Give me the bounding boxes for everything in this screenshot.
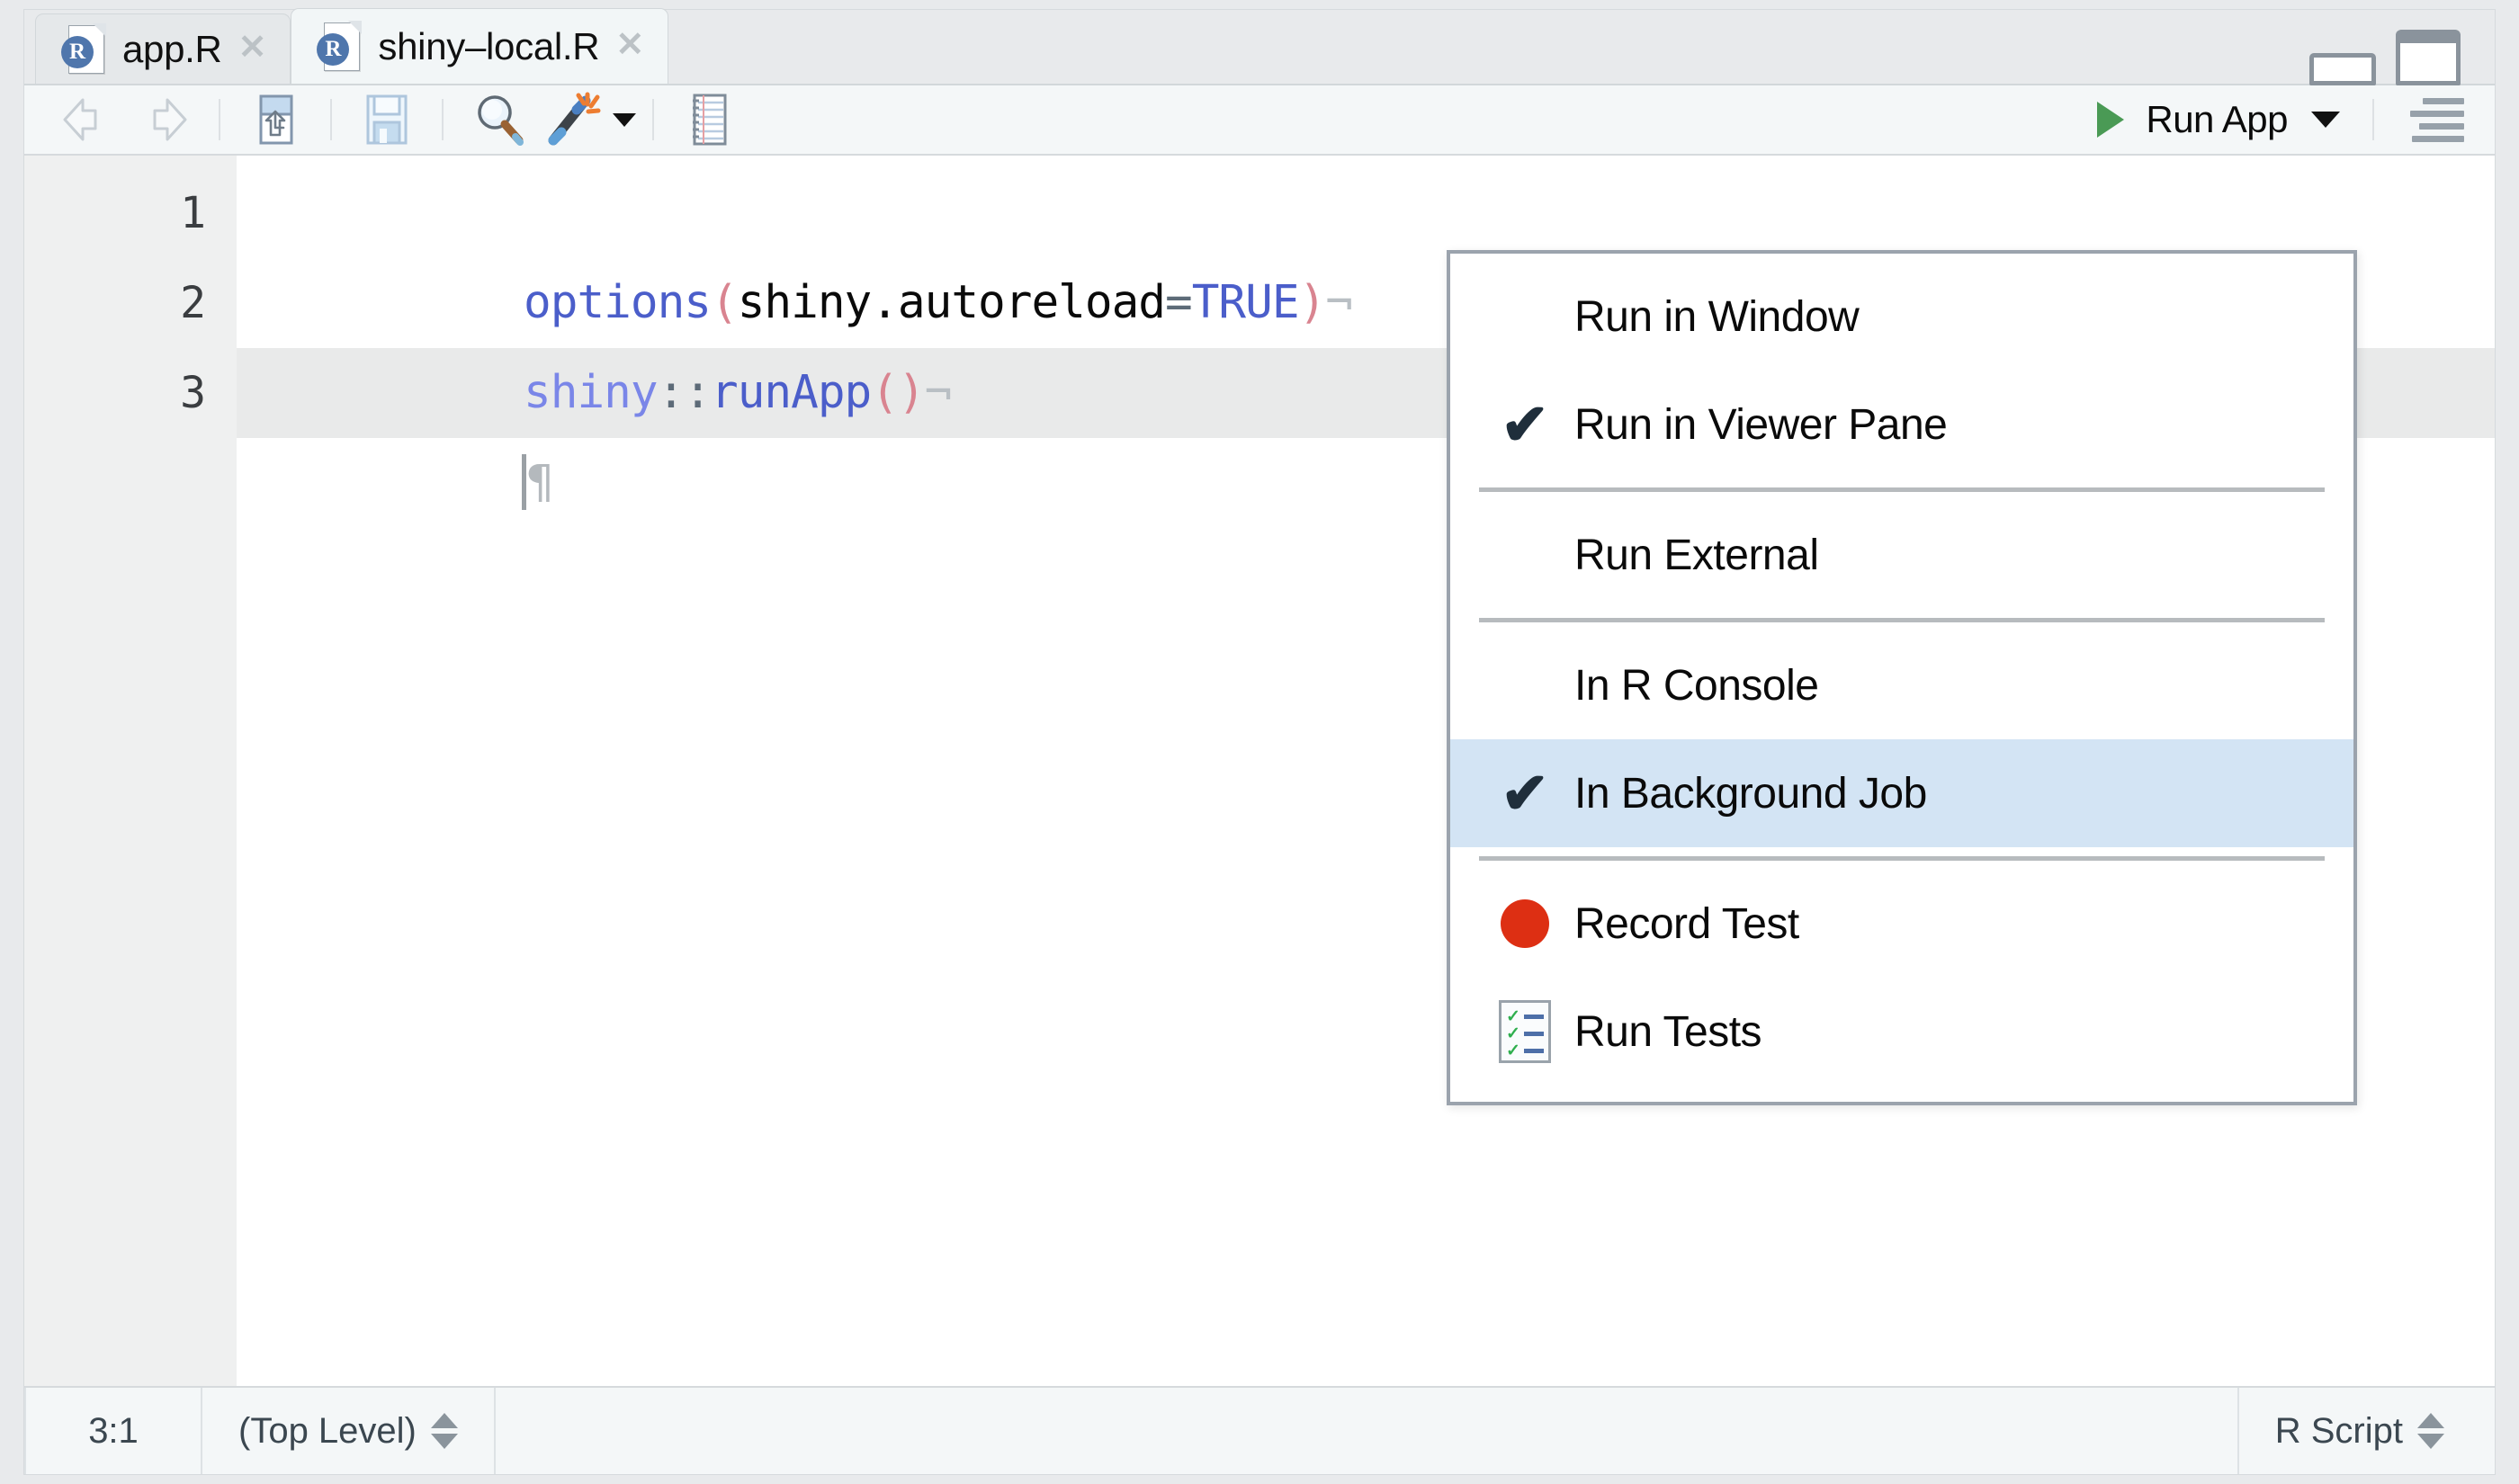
menu-item-label: Run External xyxy=(1574,531,1819,579)
test-list-icon: ✓ ✓ ✓ xyxy=(1475,1000,1574,1063)
chevron-down-icon xyxy=(2311,112,2340,128)
play-icon xyxy=(2097,102,2125,138)
code-token: options xyxy=(524,276,712,329)
code-token: ( xyxy=(871,366,899,419)
eol-marker: ¬ xyxy=(1325,276,1353,329)
editor-status-bar: 3:1 (Top Level) R Script xyxy=(24,1388,2495,1474)
record-dot-icon xyxy=(1475,899,1574,948)
code-token: :: xyxy=(657,366,712,419)
line-number: 3 xyxy=(180,368,206,418)
toolbar-divider xyxy=(442,99,444,140)
code-token: ( xyxy=(710,276,739,329)
toolbar-divider xyxy=(330,99,332,140)
line-number: 1 xyxy=(180,188,206,238)
check-icon: ✔ xyxy=(1501,761,1549,826)
find-replace-icon[interactable] xyxy=(465,92,532,148)
r-file-icon: R xyxy=(317,20,363,73)
check-icon: ✔ xyxy=(1501,392,1549,457)
cursor-position: 3:1 xyxy=(24,1388,202,1474)
document-outline-icon[interactable] xyxy=(2396,92,2477,148)
pane-window-controls xyxy=(2309,30,2461,85)
file-type-label: R Script xyxy=(2274,1410,2403,1451)
forward-arrow-icon[interactable] xyxy=(130,92,197,148)
menu-item-label: In Background Job xyxy=(1574,769,1927,818)
menu-item-label: Record Test xyxy=(1574,899,1799,948)
editor-tab-app-r[interactable]: R app.R ✕ xyxy=(35,13,291,84)
editor-toolbar: Run App xyxy=(24,85,2495,156)
close-icon[interactable]: ✕ xyxy=(615,28,644,66)
menu-item-run-external[interactable]: Run External xyxy=(1450,501,2353,609)
menu-item-run-in-window[interactable]: Run in Window xyxy=(1450,263,2353,371)
toolbar-divider xyxy=(2372,99,2374,140)
line-number-gutter: 1 2 3 xyxy=(24,156,237,1386)
toolbar-divider xyxy=(652,99,654,140)
code-token: TRUE xyxy=(1191,276,1300,329)
chevron-updown-icon xyxy=(2417,1413,2444,1449)
code-line-1[interactable]: options(shiny.autoreload=TRUE)¬ xyxy=(237,168,2495,329)
scope-label: (Top Level) xyxy=(238,1410,417,1451)
line-number: 2 xyxy=(180,278,206,328)
menu-separator xyxy=(1479,487,2325,492)
code-token: shiny xyxy=(524,366,659,419)
menu-item-label: Run Tests xyxy=(1574,1007,1762,1056)
code-token: runApp xyxy=(711,366,872,419)
editor-tab-shiny-local-r[interactable]: R shiny–local.R ✕ xyxy=(291,8,669,84)
menu-item-label: Run in Window xyxy=(1574,292,1860,341)
menu-item-label: Run in Viewer Pane xyxy=(1574,400,1948,449)
file-type-selector[interactable]: R Script xyxy=(2237,1388,2495,1474)
compile-report-icon[interactable] xyxy=(676,92,742,148)
menu-item-in-r-console[interactable]: In R Console xyxy=(1450,631,2353,739)
code-token: ) xyxy=(897,366,926,419)
menu-separator xyxy=(1479,856,2325,861)
run-app-dropdown-menu[interactable]: Run in Window ✔ Run in Viewer Pane Run E… xyxy=(1447,250,2357,1105)
pilcrow-marker: ¶ xyxy=(526,456,554,509)
maximize-pane-icon[interactable] xyxy=(2396,30,2461,85)
editor-tab-bar: R app.R ✕ R shiny–local.R ✕ xyxy=(24,8,2495,85)
toolbar-divider xyxy=(219,99,220,140)
code-tools-icon[interactable] xyxy=(542,92,609,148)
minimize-pane-icon[interactable] xyxy=(2309,53,2376,85)
run-app-button[interactable]: Run App xyxy=(2084,92,2295,148)
run-app-dropdown-button[interactable] xyxy=(2300,92,2351,148)
menu-item-run-in-viewer-pane[interactable]: ✔ Run in Viewer Pane xyxy=(1450,371,2353,478)
code-token: = xyxy=(1164,276,1193,329)
editor-tab-label: app.R xyxy=(122,27,222,70)
back-arrow-icon[interactable] xyxy=(53,92,120,148)
nav-buttons xyxy=(48,92,202,148)
editor-tab-label: shiny–local.R xyxy=(378,24,600,67)
chevron-down-icon[interactable] xyxy=(613,112,636,127)
menu-item-record-test[interactable]: Record Test xyxy=(1450,870,2353,978)
close-icon[interactable]: ✕ xyxy=(238,31,267,68)
show-in-new-window-icon[interactable] xyxy=(242,92,309,148)
eol-marker: ¬ xyxy=(924,366,953,419)
menu-item-in-background-job[interactable]: ✔ In Background Job xyxy=(1450,739,2353,847)
menu-item-run-tests[interactable]: ✓ ✓ ✓ Run Tests xyxy=(1450,978,2353,1086)
code-token: ) xyxy=(1298,276,1327,329)
run-app-label: Run App xyxy=(2146,98,2288,140)
menu-item-label: In R Console xyxy=(1574,661,1819,710)
r-file-icon: R xyxy=(61,22,106,76)
scope-selector[interactable]: (Top Level) xyxy=(202,1388,496,1474)
code-token: shiny.autoreload xyxy=(737,276,1166,329)
save-icon[interactable] xyxy=(354,92,420,148)
menu-separator xyxy=(1479,618,2325,622)
chevron-updown-icon xyxy=(430,1413,458,1449)
